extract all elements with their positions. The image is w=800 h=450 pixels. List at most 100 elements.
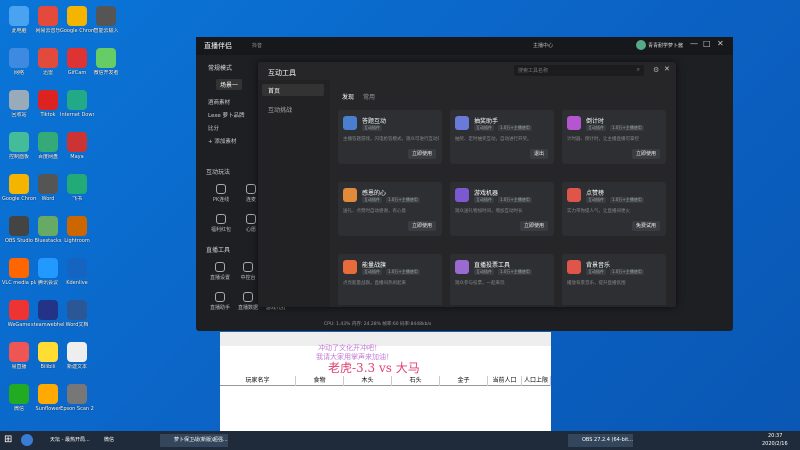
taskbar-obs[interactable]: OBS 27.2.4 (64-bit... <box>568 434 633 447</box>
settings-icon[interactable]: ⚙ <box>653 66 659 74</box>
card-title: 能量战旗 <box>362 262 387 269</box>
sheet-column-header: 人口上限 <box>522 376 551 386</box>
tool-card[interactable]: 答题互动 互动插件 主播答题游戏，闪电抢答模式，观众可进行互动答题 立即使用 <box>338 110 442 164</box>
card-usage: 1.0万+主播使用 <box>498 125 532 131</box>
start-icon[interactable]: ⊞ <box>4 434 16 446</box>
sheet-column-header: 玩家名字 <box>220 376 296 386</box>
desktop-icon-label: 微信开发者 <box>93 70 119 76</box>
desktop-app-icon <box>38 132 58 152</box>
desktop-app-icon <box>67 90 87 110</box>
scene-tab[interactable]: 场景一 <box>216 79 243 90</box>
desktop-icon-label: Lightroom <box>64 238 90 244</box>
app-subtitle: 抖音 <box>252 43 263 49</box>
card-title: 直播投票工具 <box>474 262 511 269</box>
card-desc: 计时器、倒计时，让主播直播可掌控 <box>567 137 639 142</box>
desktop-app-icon <box>67 300 87 320</box>
tab-discover[interactable]: 发现 <box>342 92 354 101</box>
desktop-icon[interactable]: 微信开发者 <box>89 46 123 86</box>
sheet-header-row: 玩家名字 食物 木头 石头 金子 当前人口 人口上限 <box>220 376 551 386</box>
nav-challenge[interactable]: 互动挑战 <box>268 105 292 114</box>
desktop-icon[interactable]: 新建文本 <box>60 340 94 380</box>
taskbar-item-2[interactable]: 微信 <box>90 434 114 447</box>
desktop-icon-label: Kdenlive <box>66 280 88 286</box>
search-placeholder: 搜索工具名称 <box>518 68 549 74</box>
card-icon <box>343 260 357 274</box>
card-usage: 1.0万+主播使用 <box>610 269 644 275</box>
close-icon[interactable]: ✕ <box>717 39 724 48</box>
mode-select[interactable]: 常规模式 <box>208 63 232 72</box>
tool-icon <box>215 262 225 272</box>
desktop-app-icon <box>38 258 58 278</box>
tool-card[interactable]: 直播投票工具 互动插件 1.0万+主播使用 观众参与投票，一起来玩 <box>450 254 554 305</box>
header-status[interactable]: 主播中心 <box>533 42 553 49</box>
app-title: 直播伴侣 <box>204 42 232 50</box>
card-title: 背景音乐 <box>586 262 611 269</box>
search-input[interactable]: 搜索工具名称 ⌕ <box>514 65 644 76</box>
desktop-icon[interactable]: 智能云输入 <box>89 4 123 44</box>
maximize-icon[interactable]: □ <box>703 39 711 48</box>
card-desc: 观众送礼物加时间，增加互动时长 <box>455 209 523 214</box>
nav-home[interactable]: 首页 <box>262 84 324 96</box>
card-tag: 互动插件 <box>474 197 494 203</box>
taskbar: ⊞ 天坛 - 最热开局... 微信 萝卜保卫战(新版)超强... OBS 27.… <box>0 431 800 450</box>
tool-card[interactable]: 背景音乐 互动插件 1.0万+主播使用 播放背景音乐，提升直播氛围 <box>562 254 666 305</box>
desktop-app-icon <box>67 258 87 278</box>
tool-icon <box>246 214 256 224</box>
taskbar-item-3[interactable]: 萝卜保卫战(新版)超强... <box>160 434 228 447</box>
desktop-app-icon <box>9 258 29 278</box>
taskbar-item-1[interactable]: 天坛 - 最热开局... <box>36 434 90 447</box>
clock-time: 20:37 <box>768 433 783 439</box>
desktop-icon[interactable]: Internet Downlo <box>60 88 94 128</box>
nav-home-label: 首页 <box>268 88 281 95</box>
tool-card[interactable]: 游戏机器 互动插件 1.0万+主播使用 观众送礼物加时间，增加互动时长 立即使用 <box>450 182 554 236</box>
desktop-icon[interactable]: Epson Scan 2 <box>60 382 94 422</box>
desktop-icon[interactable]: Lightroom <box>60 214 94 254</box>
card-use-button[interactable]: 立即使用 <box>519 221 548 231</box>
desktop-icon-label: 智能云输入 <box>93 28 119 34</box>
tool-icon <box>246 184 256 194</box>
card-use-button[interactable]: 退出 <box>529 149 548 159</box>
tool-card[interactable]: 感恩的心 互动插件 1.0万+主播使用 送礼、点赞时自动感谢，有心意 立即使用 <box>338 182 442 236</box>
card-icon <box>567 116 581 130</box>
search-circle-icon[interactable] <box>21 434 33 446</box>
modal-title: 互动工具 <box>268 69 296 77</box>
desktop-app-icon <box>9 48 29 68</box>
card-icon <box>455 260 469 274</box>
tool-tile[interactable]: 直播助手 <box>206 289 234 317</box>
versus-text: 老虎-3.3 vs 大马 <box>328 361 420 375</box>
card-tag: 互动插件 <box>586 269 606 275</box>
desktop-app-icon <box>38 342 58 362</box>
desktop-icon-label: Epson Scan 2 <box>60 406 94 412</box>
user-name[interactable]: 青青耐学萝卜酱 <box>648 42 683 49</box>
tool-card[interactable]: 能量战旗 互动插件 1.0万+主播使用 点亮能量战旗，直播间热闹起来 <box>338 254 442 305</box>
desktop-icon[interactable]: Kdenlive <box>60 256 94 296</box>
card-tag: 互动插件 <box>362 197 382 203</box>
avatar[interactable] <box>636 40 646 50</box>
clock-date: 2020/2/16 <box>762 441 788 447</box>
card-use-button[interactable]: 立即使用 <box>407 221 436 231</box>
tool-card[interactable]: 抽奖助手 互动插件 1.0万+主播使用 抽奖、定时抽奖互动，自动进行开奖。 退出 <box>450 110 554 164</box>
tool-label: 直播数据 <box>237 305 258 311</box>
close-modal-icon[interactable]: ✕ <box>664 65 670 73</box>
tab-frequent[interactable]: 常用 <box>363 92 375 101</box>
desktop-icon[interactable]: Maya <box>60 130 94 170</box>
card-use-button[interactable]: 立即使用 <box>407 149 436 159</box>
desktop-app-icon <box>67 6 87 26</box>
card-use-button[interactable]: 免费试用 <box>631 221 660 231</box>
minimize-icon[interactable]: — <box>690 39 698 48</box>
desktop-icon[interactable]: 飞书 <box>60 172 94 212</box>
tool-label: 直播助手 <box>209 305 230 311</box>
card-title: 游戏机器 <box>474 190 499 197</box>
tool-tile[interactable]: 福利红包 <box>206 211 236 239</box>
card-desc: 送礼、点赞时自动感谢，有心意 <box>343 209 406 214</box>
desktop-icon[interactable]: Word文档 <box>60 298 94 338</box>
modal-sidebar: 首页 互动挑战 <box>258 80 330 307</box>
card-desc: 主播答题游戏，闪电抢答模式，观众可进行互动答题 <box>343 137 439 142</box>
tool-tile[interactable]: PK连线 <box>206 181 236 209</box>
tool-card[interactable]: 倒计时 互动插件 1.0万+主播使用 计时器、倒计时，让主播直播可掌控 立即使用 <box>562 110 666 164</box>
card-tag: 互动插件 <box>362 269 382 275</box>
desktop-app-icon <box>38 300 58 320</box>
tool-card[interactable]: 点赞榜 互动插件 1.0万+主播使用 实力带你提人气，让直播间更火 免费试用 <box>562 182 666 236</box>
tool-tile[interactable]: 直播设置 <box>206 259 234 287</box>
card-use-button[interactable]: 立即使用 <box>631 149 660 159</box>
